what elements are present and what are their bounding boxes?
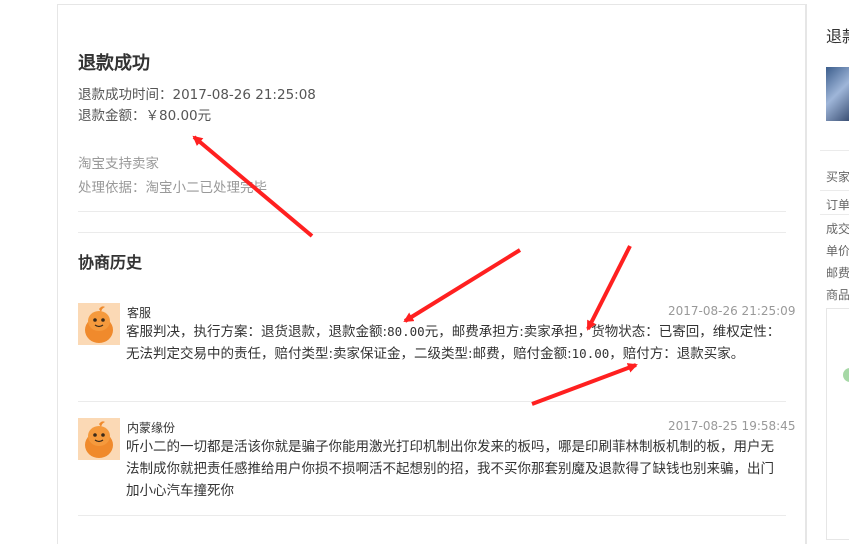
sidebar-label: 邮费	[826, 266, 849, 280]
refund-amount-value: ￥80.00元	[145, 108, 212, 124]
divider	[820, 150, 849, 151]
avatar	[78, 303, 120, 345]
sidebar-label: 买家	[826, 170, 849, 184]
message-author: 内蒙缘份	[127, 421, 176, 435]
sidebar-title: 退款	[826, 27, 849, 46]
message-text: ，赔付方：退款买家。	[609, 346, 745, 362]
message-body: 听小二的一切都是活该你就是骗子你能用激光打印机制出你发来的板吗，哪是印刷菲林制板…	[126, 439, 774, 499]
avatar	[78, 418, 120, 460]
sidebar-label: 单价	[826, 244, 849, 258]
divider	[78, 211, 786, 212]
sidebar-label: 订单	[826, 198, 849, 212]
divider	[78, 515, 786, 516]
compensation-amount-inline: 10.00	[571, 346, 610, 361]
sidebar-label: 商品	[826, 288, 849, 302]
message-time: 2017-08-26 21:25:09	[668, 304, 796, 318]
product-thumbnail[interactable]	[826, 67, 849, 121]
refund-amount-inline: 80.00	[387, 324, 425, 339]
sidebar-label: 成交	[826, 222, 849, 236]
mascot-icon	[78, 303, 120, 345]
refund-status-title: 退款成功	[78, 53, 150, 74]
message-time: 2017-08-25 19:58:45	[668, 419, 796, 433]
refund-time: 退款成功时间：2017-08-26 21:25:08	[78, 83, 316, 103]
negotiation-history-title: 协商历史	[78, 253, 143, 272]
product-box	[826, 308, 849, 540]
support-note: 淘宝支持卖家	[78, 156, 159, 172]
refund-time-value: 2017-08-26 21:25:08	[172, 87, 316, 103]
divider	[78, 401, 786, 402]
refund-time-label: 退款成功时间：	[78, 87, 173, 103]
refund-amount-label: 退款金额：	[78, 108, 146, 124]
processing-basis: 处理依据：淘宝小二已处理完毕	[78, 180, 267, 196]
message-body: 客服判决，执行方案：退货退款，退款金额:80.00元，邮费承担方:卖家承担，货物…	[126, 321, 786, 365]
mascot-icon	[78, 418, 120, 460]
message-text: 客服判决，执行方案：退货退款，退款金额:	[126, 324, 388, 340]
refund-amount: 退款金额：￥80.00元	[78, 104, 211, 124]
message-author: 客服	[127, 306, 152, 320]
divider	[820, 214, 849, 215]
divider	[820, 190, 849, 191]
divider	[78, 232, 786, 233]
